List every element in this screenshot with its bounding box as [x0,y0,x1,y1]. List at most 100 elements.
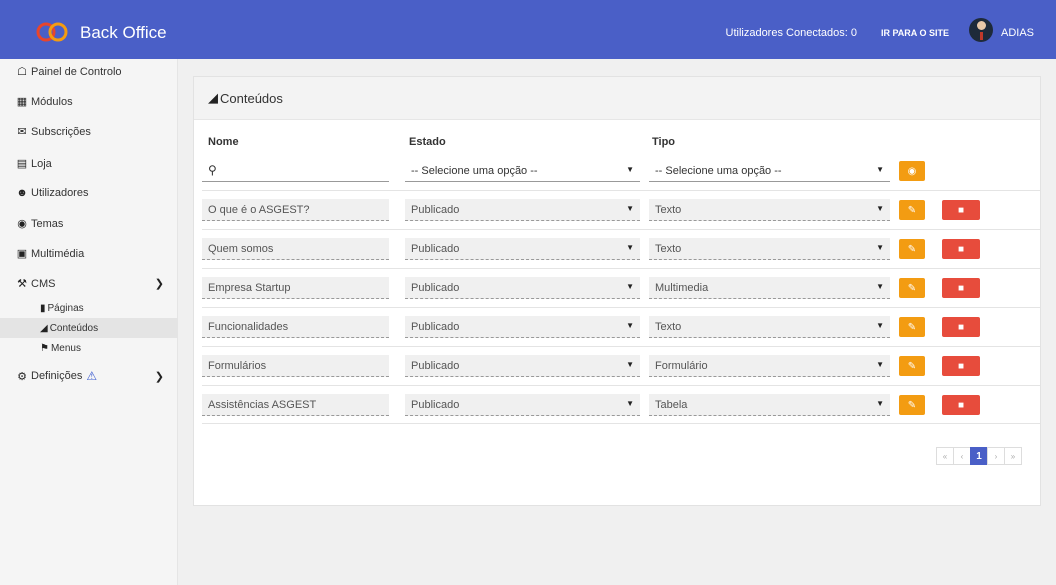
edit-button[interactable]: ✎ [899,395,925,415]
warning-icon: ⚠ [86,369,98,383]
estado-select[interactable]: Publicado ▼ [405,394,640,416]
sidebar-item-label: Painel de Controlo [31,65,122,78]
table-row: Formulários Publicado ▼ Formulário ▼ ✎ ■ [202,346,1040,385]
chevron-down-icon[interactable]: ❯ [155,277,164,290]
caret-down-icon: ▼ [626,399,634,408]
app-title[interactable]: Back Office [80,23,167,43]
estado-select[interactable]: Publicado ▼ [405,355,640,377]
sidebar-subitem-paginas[interactable]: ▮ Páginas [0,298,178,318]
caret-down-icon: ▼ [626,282,634,291]
caret-down-icon: ▼ [876,204,884,213]
tipo-text: Texto [655,243,682,255]
estado-select[interactable]: Publicado ▼ [405,199,640,221]
tipo-select[interactable]: Multimedia ▼ [649,277,890,299]
search-field: ⚲ [202,160,389,182]
sidebar-subitem-conteudos[interactable]: ◢ Conteúdos [0,318,178,338]
trash-icon: ■ [957,282,965,294]
delete-button[interactable]: ■ [942,395,980,415]
sidebar-item-cms[interactable]: ⚒ CMS ❯ [0,277,178,291]
sidebar-item-multimedia[interactable]: ▣ Multimédia [0,247,178,261]
search-icon: ⚲ [208,163,217,177]
tipo-select[interactable]: Tabela ▼ [649,394,890,416]
edit-button[interactable]: ✎ [899,239,925,259]
estado-select[interactable]: Publicado ▼ [405,277,640,299]
page-current-button[interactable]: 1 [970,447,988,465]
cog-icon: ⚙ [17,370,27,383]
sidebar-item-label: Multimédia [31,247,85,260]
trash-icon: ■ [957,399,965,411]
estado-select[interactable]: Publicado ▼ [405,238,640,260]
page-prev-button[interactable]: ‹ [953,447,971,465]
delete-button[interactable]: ■ [942,239,980,259]
nome-text: Funcionalidades [208,321,289,333]
panel-header: ◢ Conteúdos [194,77,1040,120]
delete-button[interactable]: ■ [942,200,980,220]
sidebar-item-utilizadores[interactable]: ☻ Utilizadores [0,187,178,199]
caret-down-icon: ▼ [626,243,634,252]
film-icon: ▣ [16,248,28,260]
edit-button[interactable]: ✎ [899,356,925,376]
cart-icon: ▤ [16,158,28,170]
nome-cell[interactable]: Empresa Startup [202,277,389,299]
go-to-site-link[interactable]: IR PARA O SITE [881,28,949,38]
book-icon: ▮ [40,302,46,314]
pencil-icon: ✎ [907,243,917,255]
envelope-icon: ✉ [17,126,27,138]
tipo-text: Texto [655,204,682,216]
chevron-right-icon[interactable]: ❯ [155,370,164,383]
nome-cell[interactable]: O que é o ASGEST? [202,199,389,221]
sidebar-item-loja[interactable]: ▤ Loja [0,157,178,171]
page-next-button[interactable]: › [987,447,1005,465]
pagination: « ‹ 1 › » [936,447,1022,465]
delete-button[interactable]: ■ [942,356,980,376]
page-title: Conteúdos [220,90,283,106]
page-last-button[interactable]: » [1004,447,1022,465]
trash-icon: ■ [957,360,965,372]
nome-cell[interactable]: Formulários [202,355,389,377]
tipo-filter-select[interactable]: -- Selecione uma opção -- ▼ [649,160,890,182]
trash-icon: ■ [957,204,965,216]
tipo-select[interactable]: Texto ▼ [649,316,890,338]
edit-button[interactable]: ✎ [899,200,925,220]
nome-cell[interactable]: Funcionalidades [202,316,389,338]
sidebar-item-label: Definições [31,370,83,382]
edit-button[interactable]: ✎ [899,278,925,298]
sidebar-subitem-menus[interactable]: ⚑ Menus [0,338,178,358]
search-input[interactable] [224,162,384,179]
sidebar-item-label: Temas [31,217,64,230]
home-icon: ☖ [17,66,27,78]
caret-down-icon: ▼ [626,204,634,213]
delete-button[interactable]: ■ [942,278,980,298]
sidebar-item-modulos[interactable]: ▦ Módulos [0,95,178,109]
estado-filter-select[interactable]: -- Selecione uma opção -- ▼ [405,160,640,182]
tipo-text: Tabela [655,399,688,411]
tipo-select[interactable]: Texto ▼ [649,199,890,221]
tipo-select[interactable]: Formulário ▼ [649,355,890,377]
tint-icon: ◉ [17,218,27,230]
delete-button[interactable]: ■ [942,317,980,337]
sidebar-item-definicoes[interactable]: ⚙ Definições ⚠ ❯ [0,369,178,383]
edit-button[interactable]: ✎ [899,317,925,337]
estado-select[interactable]: Publicado ▼ [405,316,640,338]
estado-text: Publicado [411,282,460,294]
tipo-text: Texto [655,321,682,333]
sidebar-item-subscricoes[interactable]: ✉ Subscrições [0,125,178,139]
table-row: Empresa Startup Publicado ▼ Multimedia ▼ ✎… [202,268,1040,307]
caret-down-icon: ▼ [876,282,884,291]
top-bar: Back Office Utilizadores Conectados: 0 I… [0,0,1056,59]
column-header-nome: Nome [208,136,239,148]
logo-icon[interactable] [36,22,70,42]
page-first-button[interactable]: « [936,447,954,465]
nome-text: Quem somos [208,243,274,255]
tipo-select[interactable]: Texto ▼ [649,238,890,260]
sidebar-item-temas[interactable]: ◉ Temas [0,217,178,231]
user-name[interactable]: ADIAS [1001,27,1034,39]
avatar[interactable] [968,18,993,42]
add-button[interactable]: ◉ [899,161,925,181]
nome-cell[interactable]: Quem somos [202,238,389,260]
nome-cell[interactable]: Assistências ASGEST [202,394,389,416]
sidebar-item-painel[interactable]: ☖ Painel de Controlo [0,65,178,79]
folder-open-icon: ◢ [40,322,48,334]
caret-down-icon: ▼ [876,243,884,252]
trash-icon: ■ [957,243,965,255]
